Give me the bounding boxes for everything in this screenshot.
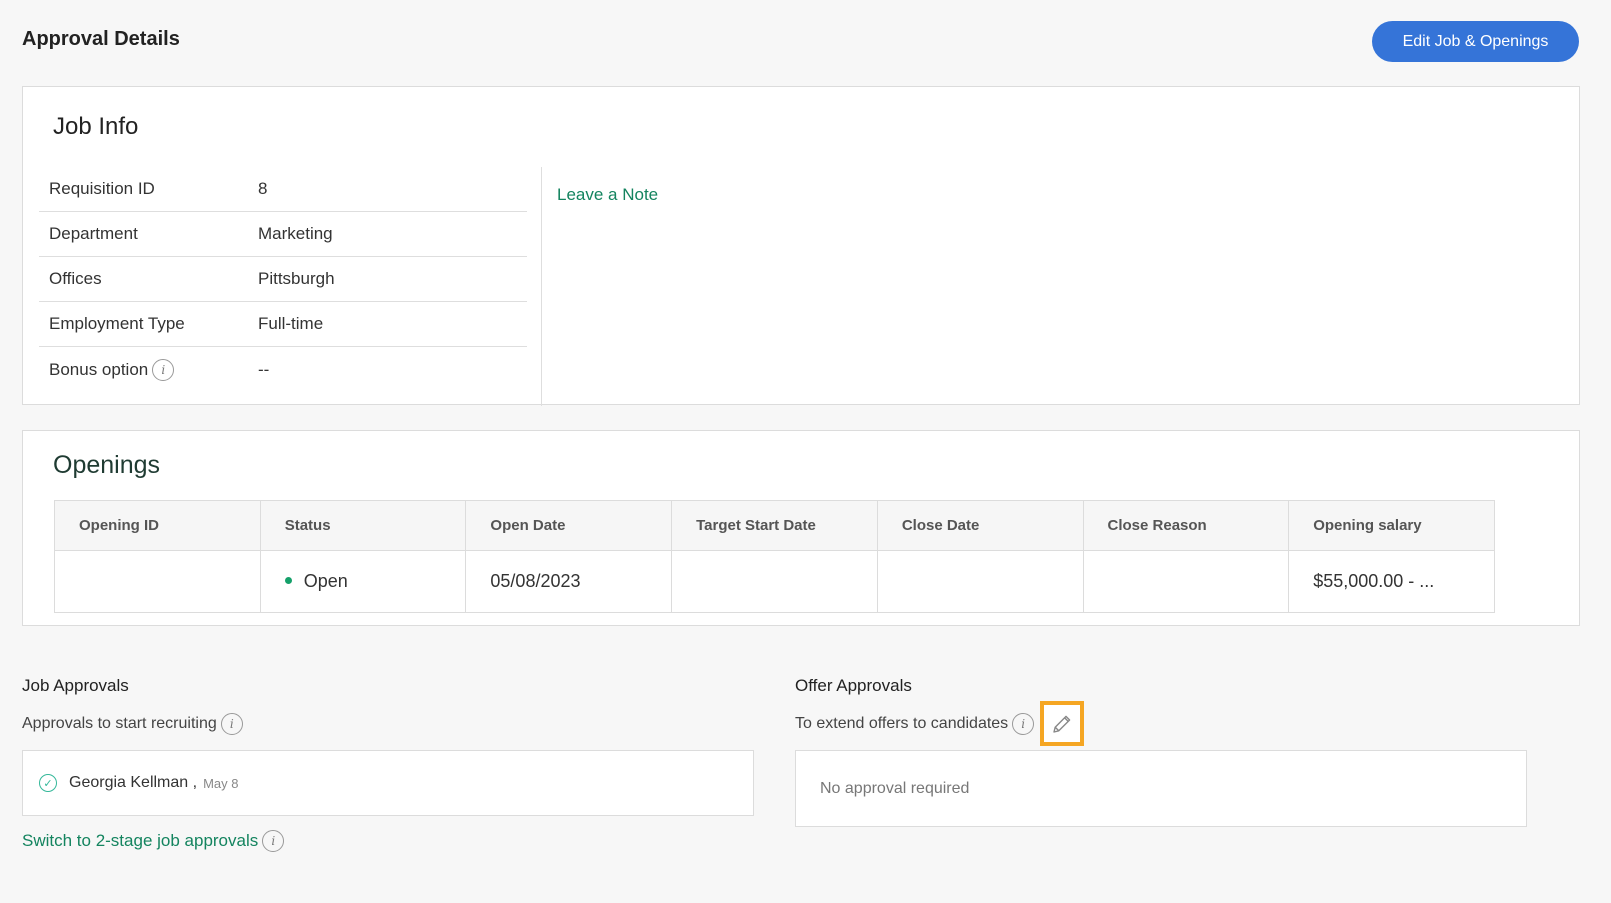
- openings-title: Openings: [53, 451, 161, 479]
- job-info-table: Requisition ID 8 Department Marketing Of…: [39, 167, 527, 392]
- page-title: Approval Details: [22, 28, 180, 50]
- column-header-opening-salary[interactable]: Opening salary: [1288, 500, 1495, 551]
- column-header-close-reason[interactable]: Close Reason: [1082, 500, 1290, 551]
- offer-approvals-subtitle-row: To extend offers to candidates i: [795, 701, 1085, 746]
- info-row-department: Department Marketing: [39, 212, 527, 257]
- info-row-employment-type: Employment Type Full-time: [39, 302, 527, 347]
- pencil-icon: [1053, 715, 1071, 733]
- info-label: Bonus option: [49, 359, 149, 379]
- column-header-close-date[interactable]: Close Date: [876, 500, 1084, 551]
- approver-name: Georgia Kellman ,: [69, 774, 198, 791]
- cell-status: Open: [259, 550, 467, 613]
- info-icon[interactable]: i: [152, 358, 175, 381]
- info-label: Requisition ID: [49, 179, 155, 198]
- status-dot-icon: [284, 576, 292, 584]
- edit-offer-approvals-button[interactable]: [1040, 701, 1085, 746]
- job-approvals-subtitle-row: Approvals to start recruiting i: [22, 712, 243, 736]
- column-header-opening-id[interactable]: Opening ID: [54, 500, 261, 551]
- offer-approvals-box: No approval required: [795, 750, 1527, 827]
- job-info-card: Job Info Requisition ID 8 Department Mar…: [22, 86, 1580, 406]
- info-icon[interactable]: i: [262, 830, 285, 852]
- info-value: Pittsburgh: [258, 269, 335, 288]
- cell-opening-id: [54, 550, 261, 613]
- info-icon[interactable]: i: [220, 713, 243, 735]
- job-approvals-title: Job Approvals: [22, 676, 129, 695]
- edit-job-openings-button[interactable]: Edit Job & Openings: [1372, 21, 1579, 62]
- info-label-wrapper: Bonus option i: [39, 358, 258, 381]
- info-row-bonus-option: Bonus option i --: [39, 347, 527, 392]
- switch-2-stage-approvals-link[interactable]: Switch to 2-stage job approvals i: [22, 830, 285, 852]
- job-approvals-subtitle: Approvals to start recruiting: [22, 715, 217, 732]
- table-row: Open 05/08/2023 $55,000.00 - ...: [54, 550, 1495, 613]
- offer-approvals-title: Offer Approvals: [795, 676, 912, 695]
- column-header-open-date[interactable]: Open Date: [465, 500, 673, 551]
- info-value: Full-time: [258, 314, 324, 333]
- info-value: 8: [258, 179, 268, 198]
- approver-date: May 8: [203, 775, 239, 791]
- switch-link-label[interactable]: Switch to 2-stage job approvals: [22, 831, 258, 851]
- info-icon[interactable]: i: [1012, 712, 1035, 735]
- cell-close-date: [876, 550, 1084, 613]
- offer-approvals-subtitle: To extend offers to candidates: [795, 714, 1009, 732]
- openings-table: Opening ID Status Open Date Target Start…: [54, 500, 1495, 613]
- column-header-status[interactable]: Status: [259, 500, 467, 551]
- info-label: Offices: [49, 269, 102, 288]
- info-value: Marketing: [258, 224, 333, 243]
- cell-target-start-date: [671, 550, 878, 613]
- cell-opening-salary[interactable]: $55,000.00 - ...: [1288, 550, 1495, 613]
- info-label: Employment Type: [49, 314, 185, 333]
- info-row-requisition-id: Requisition ID 8: [39, 167, 527, 212]
- info-value: --: [258, 359, 270, 379]
- job-info-title: Job Info: [53, 113, 139, 140]
- cell-close-reason: [1082, 550, 1290, 613]
- leave-note-link[interactable]: Leave a Note: [557, 185, 658, 205]
- info-row-offices: Offices Pittsburgh: [39, 257, 527, 302]
- info-label: Department: [49, 224, 138, 243]
- openings-card: Openings Opening ID Status Open Date Tar…: [22, 430, 1580, 626]
- check-circle-icon: ✓: [39, 774, 57, 792]
- column-divider: [541, 167, 542, 406]
- no-approval-text: No approval required: [820, 779, 970, 797]
- table-header-row: Opening ID Status Open Date Target Start…: [54, 500, 1495, 551]
- job-approver-box: ✓ Georgia Kellman , May 8: [22, 750, 754, 816]
- column-header-target-start-date[interactable]: Target Start Date: [671, 500, 878, 551]
- cell-open-date: 05/08/2023: [465, 550, 673, 613]
- status-text: Open: [303, 571, 348, 591]
